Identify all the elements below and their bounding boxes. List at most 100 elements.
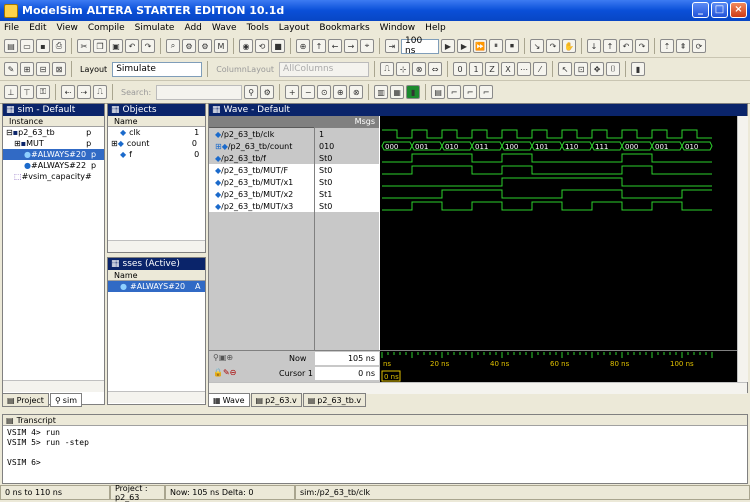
transcript-console[interactable]: VSIM 4> run VSIM 5> run -step VSIM 6> [3, 426, 747, 470]
processes-horizontal-scrollbar[interactable] [108, 391, 205, 403]
format-icon-2[interactable]: ▦ [390, 85, 405, 99]
search-input[interactable] [156, 84, 243, 100]
edge-icon[interactable]: ⎍ [93, 85, 107, 99]
add-wave-icon[interactable]: ⊕ [296, 39, 310, 53]
pan-tool-icon[interactable]: ✥ [590, 62, 605, 76]
continue-icon[interactable]: ▶ [457, 39, 471, 53]
step-forward-icon[interactable]: ↷ [635, 39, 649, 53]
menu-view[interactable]: View [57, 23, 78, 33]
run-length-input[interactable]: 100 ns [401, 36, 439, 56]
menu-file[interactable]: File [4, 23, 19, 33]
sim-column-header[interactable]: Instance [3, 116, 104, 127]
objects-horizontal-scrollbar[interactable] [108, 240, 205, 252]
step-over-icon[interactable]: ↷ [546, 39, 560, 53]
close-button[interactable]: × [730, 2, 747, 18]
processes-column-header[interactable]: Name [108, 270, 205, 281]
expand-icon[interactable]: ⊞ [111, 139, 118, 148]
stop-icon[interactable]: ■ [271, 39, 285, 53]
now-icons[interactable]: ⚲▣⊕ [213, 353, 238, 364]
new-file-icon[interactable]: ▤ [4, 39, 18, 53]
cursor-0-icon[interactable]: 0 [453, 62, 468, 76]
refresh-icon[interactable]: ⟳ [692, 39, 706, 53]
step-icon[interactable]: ↘ [530, 39, 544, 53]
minimize-button[interactable]: _ [692, 2, 709, 18]
menu-wave[interactable]: Wave [212, 23, 237, 33]
step-back-icon[interactable]: ↶ [619, 39, 633, 53]
run-icon[interactable]: ▶ [441, 39, 455, 53]
signal-name-row[interactable]: ◆ /p2_63_tb/clk [209, 128, 314, 140]
signal-name-row[interactable]: ⊞◆ /p2_63_tb/count [209, 140, 314, 152]
zoom-full-icon[interactable]: ⊙ [317, 85, 332, 99]
search-binoculars-icon[interactable]: ⚲ [244, 85, 259, 99]
tab-sim[interactable]: ⚲ sim [49, 393, 82, 407]
tree-row[interactable]: ⊞ ▪ MUT p [3, 138, 104, 149]
cursor-icons[interactable]: 🔒✎⊖ [213, 368, 236, 377]
objects-column-header[interactable]: Name [108, 116, 205, 127]
zoom-tool-icon[interactable]: ⊡ [574, 62, 589, 76]
tab-project[interactable]: ▤ Project [2, 393, 49, 407]
tab-p2-63-tb-v[interactable]: ▤ p2_63_tb.v [302, 393, 367, 407]
step-out-icon[interactable]: ↑ [603, 39, 617, 53]
zoom-in-icon[interactable]: + [285, 85, 300, 99]
menu-edit[interactable]: Edit [29, 23, 46, 33]
run-all-icon[interactable]: ⏩ [473, 39, 487, 53]
tab-wave[interactable]: ▦ Wave [208, 393, 250, 407]
collapse-icon[interactable]: ⊟ [6, 128, 13, 137]
step-into-icon[interactable]: ↓ [587, 39, 601, 53]
run-length-icon[interactable]: ⇥ [385, 39, 399, 53]
restart-icon[interactable]: ⟲ [255, 39, 269, 53]
zoom-region-icon[interactable]: ⌖ [360, 39, 374, 53]
stop-run-icon[interactable]: ⏹ [505, 39, 519, 53]
sim-horizontal-scrollbar[interactable] [3, 380, 104, 392]
wave-delete-icon[interactable]: ⊗ [412, 62, 427, 76]
maximize-button[interactable]: □ [711, 2, 728, 18]
object-row[interactable]: ◆ clk 1 [108, 127, 205, 138]
hand-icon[interactable]: ✋ [562, 39, 576, 53]
waveform-svg[interactable]: 000 001 010 011 100 101 110 111 000 001 010 [380, 116, 737, 350]
waveform-canvas[interactable]: 000 001 010 011 100 101 110 111 000 001 010 [380, 116, 737, 350]
find-next-icon[interactable]: ⇢ [77, 85, 91, 99]
menu-window[interactable]: Window [380, 23, 416, 33]
menu-bookmarks[interactable]: Bookmarks [319, 23, 369, 33]
memory-icon[interactable]: M [214, 39, 228, 53]
menu-compile[interactable]: Compile [88, 23, 125, 33]
cursor-1-icon[interactable]: 1 [469, 62, 484, 76]
wave-mirror-icon[interactable]: ⇔ [428, 62, 443, 76]
menu-layout[interactable]: Layout [279, 23, 310, 33]
cursor-all-icon[interactable]: ⋯ [517, 62, 532, 76]
tree-row[interactable]: ● #ALWAYS#22 p [3, 160, 104, 171]
cursor-x-icon[interactable]: X [501, 62, 516, 76]
signal-name-row[interactable]: ◆ /p2_63_tb/MUT/x2 [209, 188, 314, 200]
expand-icon[interactable]: ⊞ [14, 139, 21, 148]
tree-row[interactable]: ⬚ #vsim_capacity# [3, 171, 104, 182]
wave-add-cursor-icon[interactable]: ⊤ [20, 85, 34, 99]
restart-sim-icon[interactable]: ⇡ [660, 39, 674, 53]
cursor-z-icon[interactable]: Z [485, 62, 500, 76]
wave-insert-icon[interactable]: ⊹ [396, 62, 411, 76]
print-icon[interactable]: ⎙ [52, 39, 66, 53]
signal-name-row[interactable]: ◆ /p2_63_tb/f [209, 152, 314, 164]
up-arrow-icon[interactable]: ↑ [312, 39, 326, 53]
save-icon[interactable]: ▪ [36, 39, 50, 53]
compile-all-icon[interactable]: ⚙ [198, 39, 212, 53]
record-icon[interactable]: ▮ [631, 62, 646, 76]
copy-icon[interactable]: ❐ [93, 39, 107, 53]
menu-help[interactable]: Help [425, 23, 446, 33]
wave-cursor-icon[interactable]: ⊥ [4, 85, 18, 99]
paste-icon[interactable]: ▣ [109, 39, 123, 53]
time-ruler[interactable]: ns 20 ns 40 ns 60 ns 80 ns 100 ns 0 ns [380, 351, 737, 383]
redo-icon[interactable]: ↷ [141, 39, 155, 53]
signal-name-row[interactable]: ◆ /p2_63_tb/MUT/x3 [209, 200, 314, 212]
wand-icon[interactable]: ⁄ [533, 62, 548, 76]
pointer-icon[interactable]: ↖ [558, 62, 573, 76]
find-previous-icon[interactable]: ⇠ [61, 85, 75, 99]
menu-add[interactable]: Add [184, 23, 201, 33]
transcript-prompt[interactable]: VSIM 6> [7, 458, 743, 468]
format-icon-1[interactable]: ▥ [374, 85, 389, 99]
menu-simulate[interactable]: Simulate [135, 23, 175, 33]
zoom-cursor-icon[interactable]: ⊕ [333, 85, 348, 99]
column-layout-select[interactable]: AllColumns [279, 61, 370, 77]
open-folder-icon[interactable]: ▭ [20, 39, 34, 53]
back-arrow-icon[interactable]: ← [328, 39, 342, 53]
object-row[interactable]: ◆ f 0 [108, 149, 205, 160]
